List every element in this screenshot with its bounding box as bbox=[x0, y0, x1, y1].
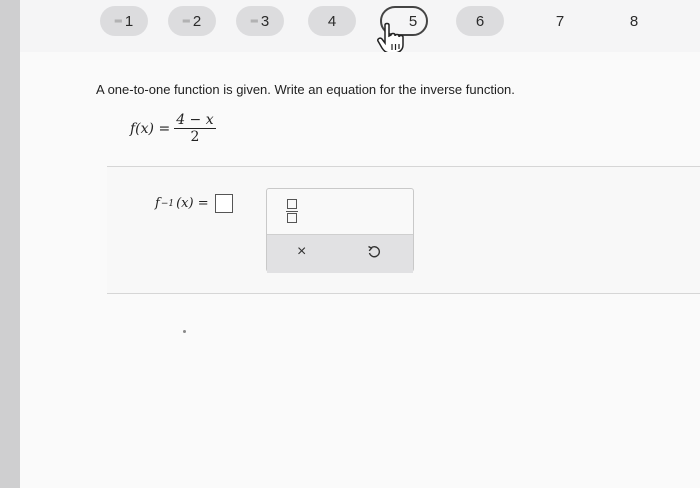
question-prompt: A one-to-one function is given. Write an… bbox=[96, 82, 515, 97]
question-nav-label: 2 bbox=[192, 12, 202, 30]
question-nav-8[interactable]: 8 bbox=[610, 6, 658, 36]
answered-mark-icon: ═ bbox=[114, 15, 122, 27]
question-nav-4[interactable]: 4 bbox=[308, 6, 356, 36]
answered-mark-icon: ═ bbox=[182, 15, 190, 27]
fraction-button[interactable] bbox=[285, 199, 299, 223]
question-nav-label: 8 bbox=[629, 12, 639, 30]
clear-button[interactable]: × bbox=[297, 243, 306, 261]
question-nav-2[interactable]: ═ 2 bbox=[168, 6, 216, 36]
fraction-denominator: 2 bbox=[190, 129, 200, 145]
function-lhs: f(x) = bbox=[130, 120, 171, 137]
screen-speck bbox=[183, 330, 186, 333]
inverse-equation: f −1 (x) = bbox=[155, 194, 233, 213]
fraction-numerator-slot-icon bbox=[287, 199, 297, 209]
math-toolbox: × bbox=[266, 188, 414, 273]
inverse-lhs-rest: (x) = bbox=[176, 196, 209, 211]
question-nav-3[interactable]: ═ 3 bbox=[236, 6, 284, 36]
question-nav-label: 6 bbox=[475, 12, 485, 30]
inverse-exponent: −1 bbox=[160, 198, 175, 209]
given-function: f(x) = 4 − x 2 bbox=[130, 112, 216, 145]
answered-mark-icon: ═ bbox=[250, 15, 258, 27]
question-nav-label: 7 bbox=[555, 12, 565, 30]
inverse-f: f bbox=[155, 196, 160, 211]
hand-cursor-icon bbox=[377, 22, 404, 54]
question-nav-label: 4 bbox=[327, 12, 337, 30]
fraction-denominator-slot-icon bbox=[287, 213, 297, 223]
toolbox-action-row: × bbox=[267, 234, 413, 273]
fraction-bar-icon bbox=[286, 210, 298, 212]
answer-input[interactable] bbox=[214, 194, 233, 213]
question-nav-label: 3 bbox=[260, 12, 270, 30]
question-nav-6[interactable]: 6 bbox=[456, 6, 504, 36]
function-fraction: 4 − x 2 bbox=[174, 112, 216, 145]
question-nav-7[interactable]: 7 bbox=[536, 6, 584, 36]
question-nav-1[interactable]: ═ 1 bbox=[100, 6, 148, 36]
fraction-numerator: 4 − x bbox=[174, 112, 216, 129]
question-nav-label: 1 bbox=[124, 12, 134, 30]
screen-bezel bbox=[0, 0, 20, 488]
question-nav-label: 5 bbox=[408, 12, 418, 30]
undo-icon[interactable] bbox=[367, 245, 381, 259]
